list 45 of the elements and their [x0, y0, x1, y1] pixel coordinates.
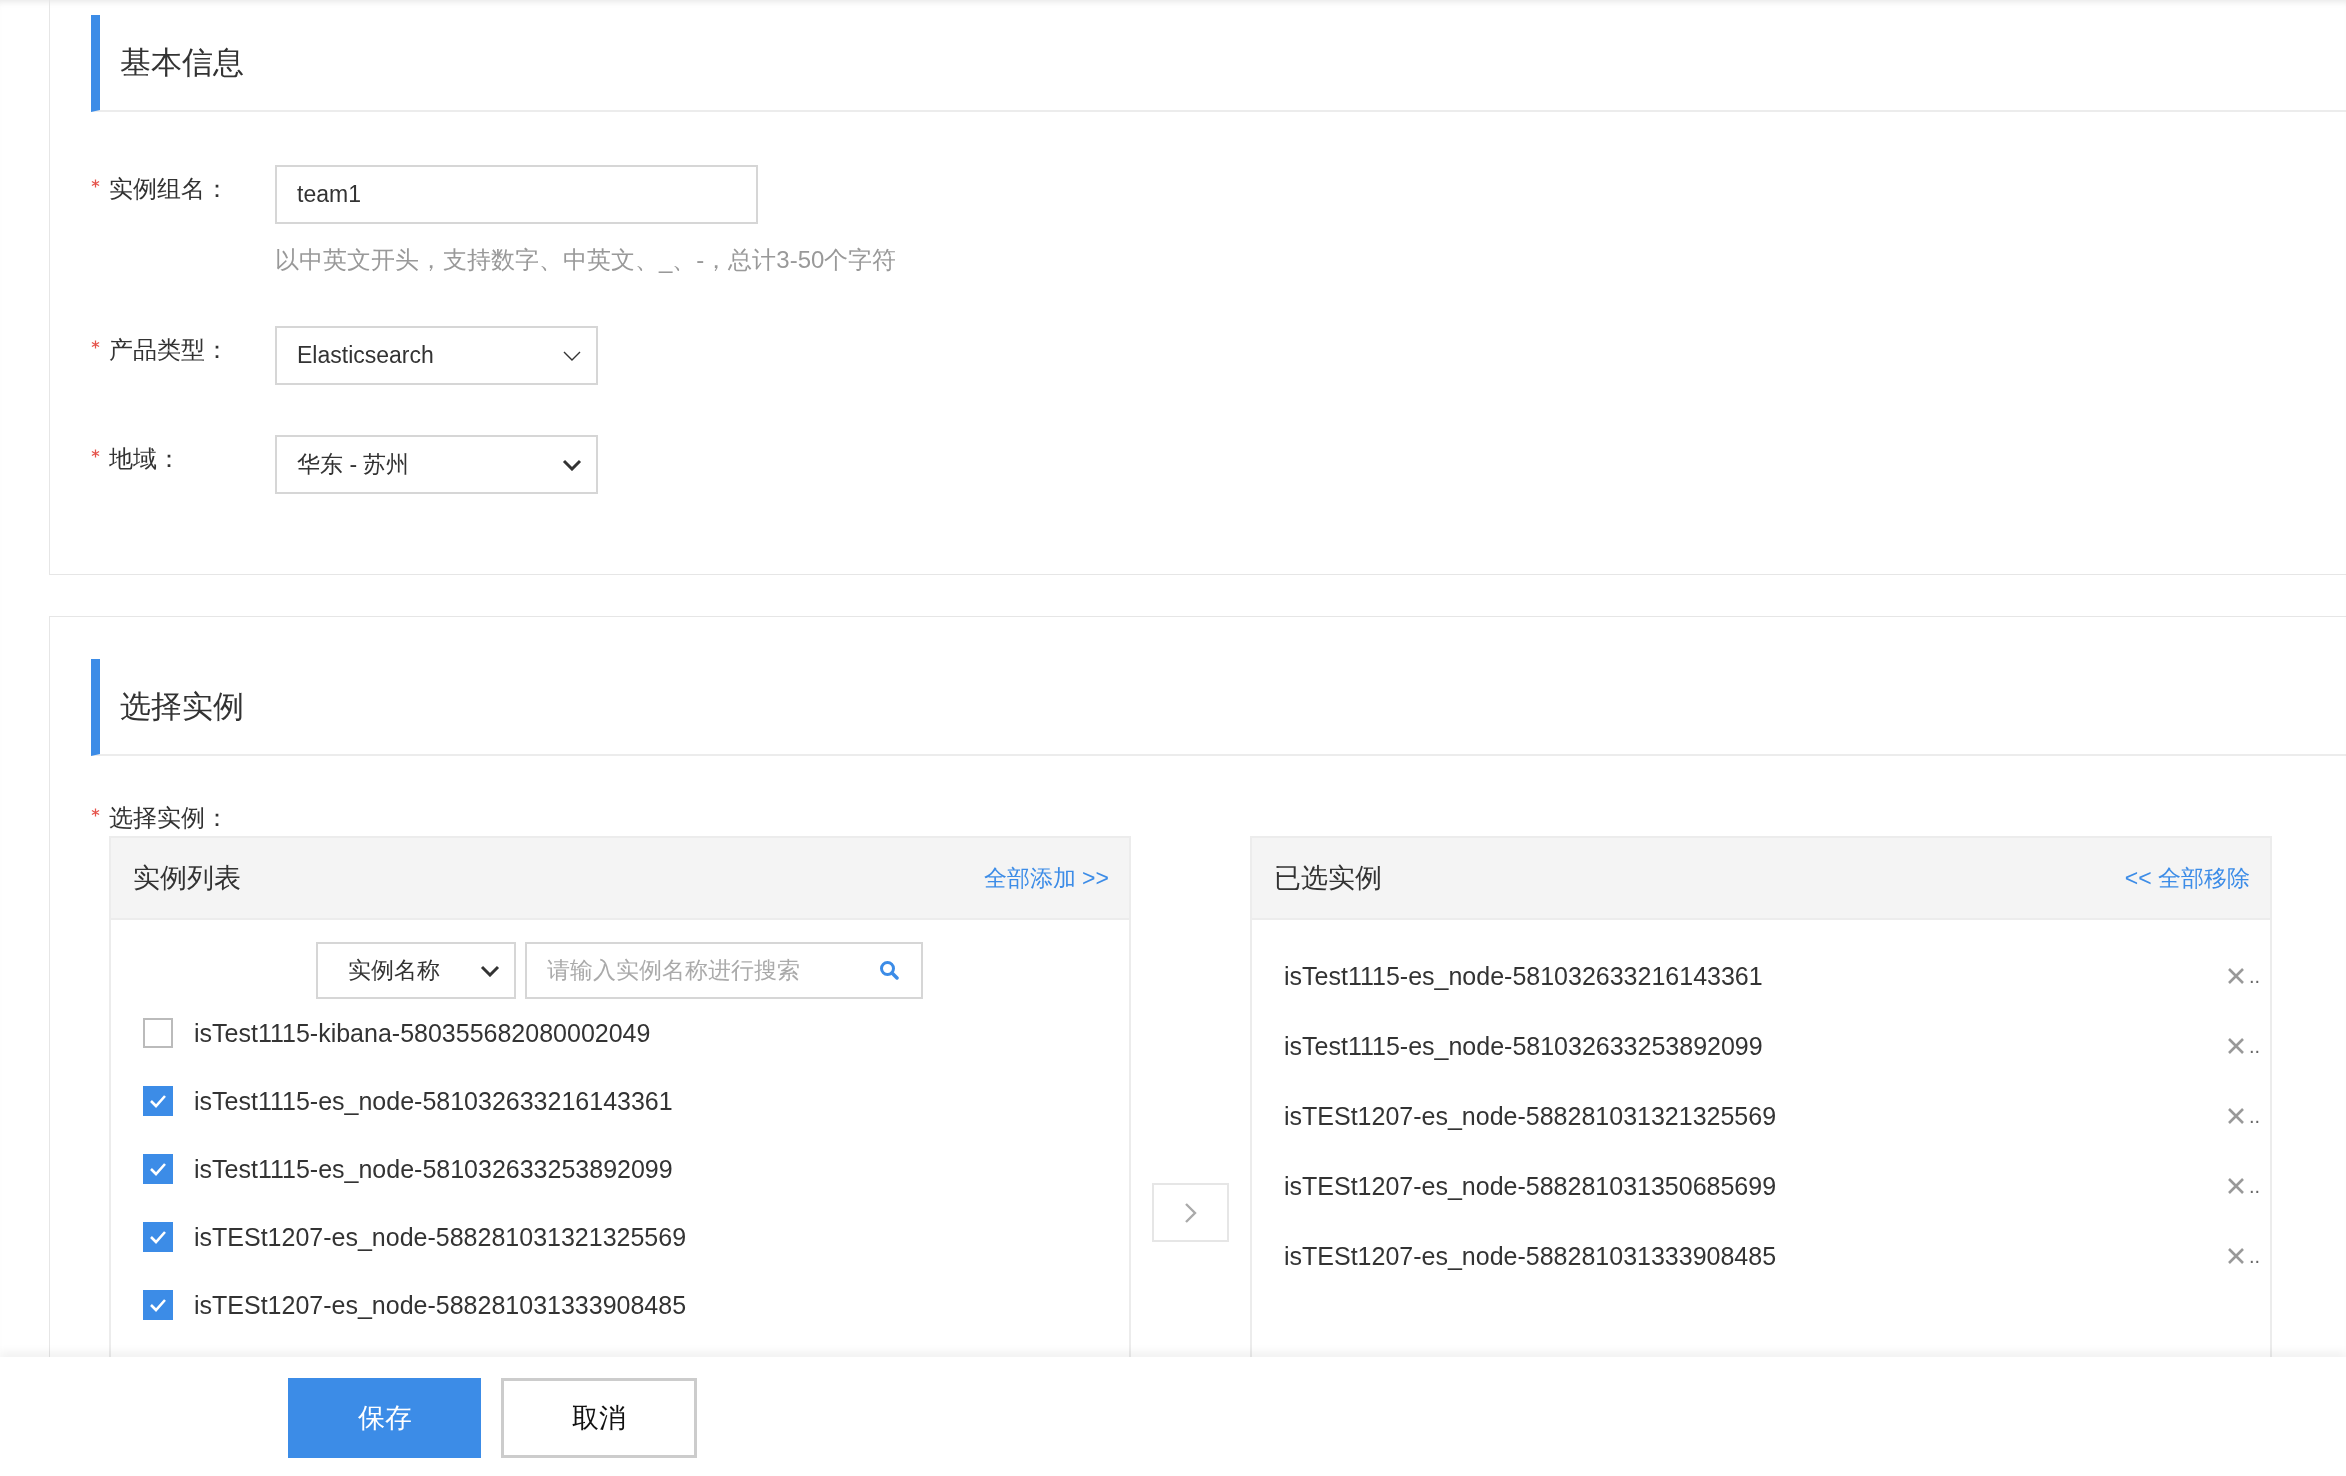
- dropdown-field[interactable]: Elasticsearch: [275, 326, 598, 385]
- remove-label: ..: [2248, 1034, 2260, 1058]
- close-icon[interactable]: [2226, 1037, 2245, 1055]
- caret-icon: [562, 458, 582, 471]
- checkbox[interactable]: [143, 1154, 173, 1184]
- instance-name: isTESt1207-es_node-588281031321325569: [1284, 1101, 1777, 1131]
- caret-icon: [562, 349, 582, 362]
- instance-name: isTESt1207-es_node-588281031350685699: [1284, 1171, 1777, 1201]
- panel-title: 已选实例: [1274, 862, 1382, 895]
- checkbox[interactable]: [143, 1018, 173, 1048]
- search-field[interactable]: 请输入实例名称进行搜索: [525, 942, 923, 999]
- instance-name: isTESt1207-es_node-588281031321325569: [194, 1222, 687, 1252]
- field-label: 产品类型：: [109, 335, 229, 365]
- field-hint: 以中英文开头，支持数字、中英文、_、-，总计3-50个字符: [275, 245, 897, 275]
- instance-name: isTest1115-es_node-581032633216143361: [1284, 961, 1763, 991]
- field-label: 选择实例：: [109, 803, 229, 833]
- remove-label: ..: [2248, 964, 2260, 988]
- field-label: 实例组名：: [109, 174, 229, 204]
- chevron-right-icon: [1183, 1201, 1198, 1224]
- instance-name: isTest1115-es_node-581032633253892099: [1284, 1031, 1763, 1061]
- caret-icon: [480, 964, 500, 977]
- dropdown-field[interactable]: 华东 - 苏州: [275, 435, 598, 494]
- field-label: 地域：: [109, 444, 181, 474]
- instance-name: isTESt1207-es_node-588281031333908485: [1284, 1241, 1777, 1271]
- close-icon[interactable]: [2226, 1247, 2245, 1265]
- remove-label: ..: [2248, 1104, 2260, 1128]
- section-title: 选择实例: [91, 659, 2346, 756]
- instance-name: isTest1115-kibana-580355682080002049: [194, 1018, 651, 1048]
- filter-dropdown[interactable]: 实例名称: [316, 942, 516, 999]
- remove-label: ..: [2248, 1174, 2260, 1198]
- checkbox[interactable]: [143, 1222, 173, 1252]
- close-icon[interactable]: [2226, 1107, 2245, 1125]
- search-icon: [879, 960, 899, 980]
- instance-name: isTest1115-es_node-581032633253892099: [194, 1154, 673, 1184]
- checkbox[interactable]: [143, 1290, 173, 1320]
- panel-title: 实例列表: [133, 862, 241, 895]
- instance-group-name-field[interactable]: team1: [275, 165, 758, 224]
- close-icon[interactable]: [2226, 967, 2245, 985]
- cancel-button[interactable]: 取消: [501, 1378, 697, 1458]
- remove-label: ..: [2248, 1244, 2260, 1268]
- instance-name: isTESt1207-es_node-588281031333908485: [194, 1290, 687, 1320]
- checkbox[interactable]: [143, 1086, 173, 1116]
- instance-name: isTest1115-es_node-581032633216143361: [194, 1086, 673, 1116]
- close-icon[interactable]: [2226, 1177, 2245, 1195]
- section-title: 基本信息: [91, 15, 2346, 112]
